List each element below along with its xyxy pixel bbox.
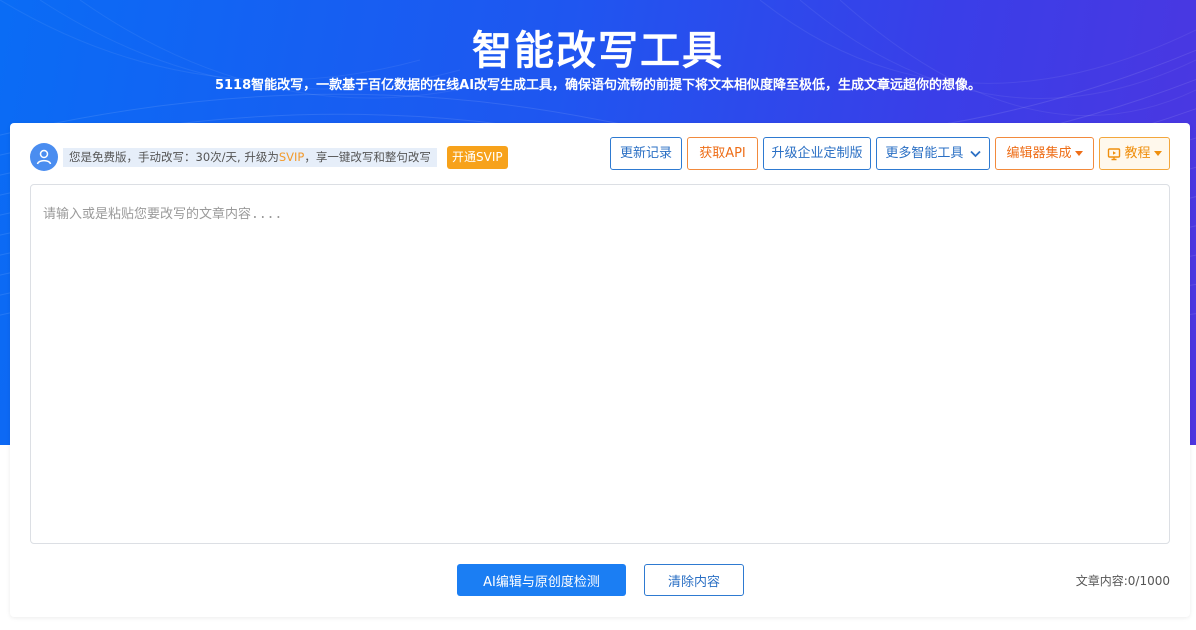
editor-integration-dropdown[interactable]: 编辑器集成	[995, 137, 1094, 170]
plan-notice-prefix: 您是免费版，手动改写：30次/天, 升级为	[69, 150, 279, 164]
rewrite-panel: 您是免费版，手动改写：30次/天, 升级为SVIP，享一键改写和整句改写 开通S…	[10, 123, 1190, 617]
svip-highlight: SVIP	[278, 150, 305, 164]
tutorial-icon	[1108, 147, 1121, 160]
enterprise-button[interactable]: 升级企业定制版	[763, 137, 871, 170]
user-icon	[36, 149, 52, 165]
get-api-label: 获取API	[699, 146, 746, 161]
tutorial-label: 教程	[1124, 146, 1151, 161]
avatar[interactable]	[30, 143, 58, 171]
changelog-button[interactable]: 更新记录	[610, 137, 682, 170]
changelog-label: 更新记录	[619, 146, 672, 161]
page-title: 智能改写工具	[472, 28, 724, 74]
word-counter: 文章内容:0/1000	[1076, 572, 1170, 589]
enterprise-label: 升级企业定制版	[771, 146, 863, 161]
chevron-down-icon	[969, 150, 981, 157]
caret-down-icon	[1153, 151, 1162, 156]
word-counter-label: 文章内容:	[1075, 574, 1128, 588]
caret-down-icon	[1074, 151, 1083, 156]
clear-content-button[interactable]: 清除内容	[644, 564, 744, 596]
editor-integration-label: 编辑器集成	[1006, 146, 1072, 161]
tutorial-dropdown[interactable]: 教程	[1099, 137, 1170, 170]
get-api-button[interactable]: 获取API	[687, 137, 758, 170]
more-tools-label: 更多智能工具	[885, 146, 964, 161]
plan-notice: 您是免费版，手动改写：30次/天, 升级为SVIP，享一键改写和整句改写	[63, 148, 437, 167]
ai-edit-check-button[interactable]: AI编辑与原创度检测	[457, 564, 626, 596]
article-input[interactable]	[30, 184, 1170, 544]
more-tools-dropdown[interactable]: 更多智能工具	[876, 137, 990, 170]
page-subtitle: 5118智能改写，一款基于百亿数据的在线AI改写生成工具，确保语句流畅的前提下将…	[214, 78, 982, 93]
word-counter-value: 0/1000	[1127, 574, 1170, 588]
open-svip-button[interactable]: 开通SVIP	[447, 146, 508, 169]
plan-notice-suffix: ，享一键改写和整句改写	[304, 150, 431, 164]
